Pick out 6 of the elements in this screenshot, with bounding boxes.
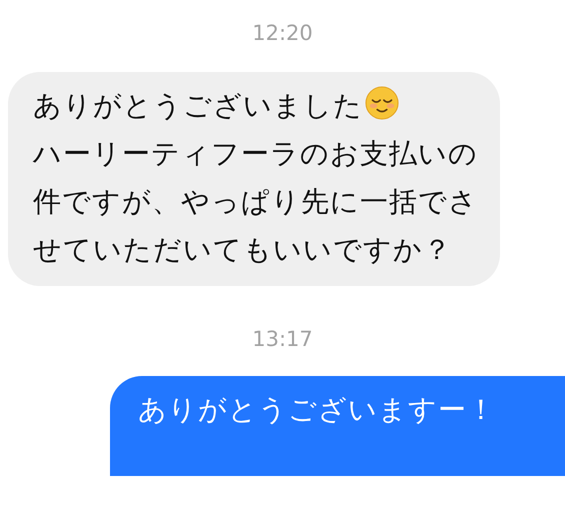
smiley-icon xyxy=(365,86,399,120)
timestamp: 13:17 xyxy=(252,326,313,353)
message-text: ありがとうございました xyxy=(33,89,363,122)
message-text: ありがとうございますー！ xyxy=(138,393,496,426)
message-text: ハーリーティフーラのお支払いの件ですが、やっぱり先に一括でさせていただいてもいいですか？ xyxy=(33,136,479,268)
timestamp: 12:20 xyxy=(252,20,313,47)
